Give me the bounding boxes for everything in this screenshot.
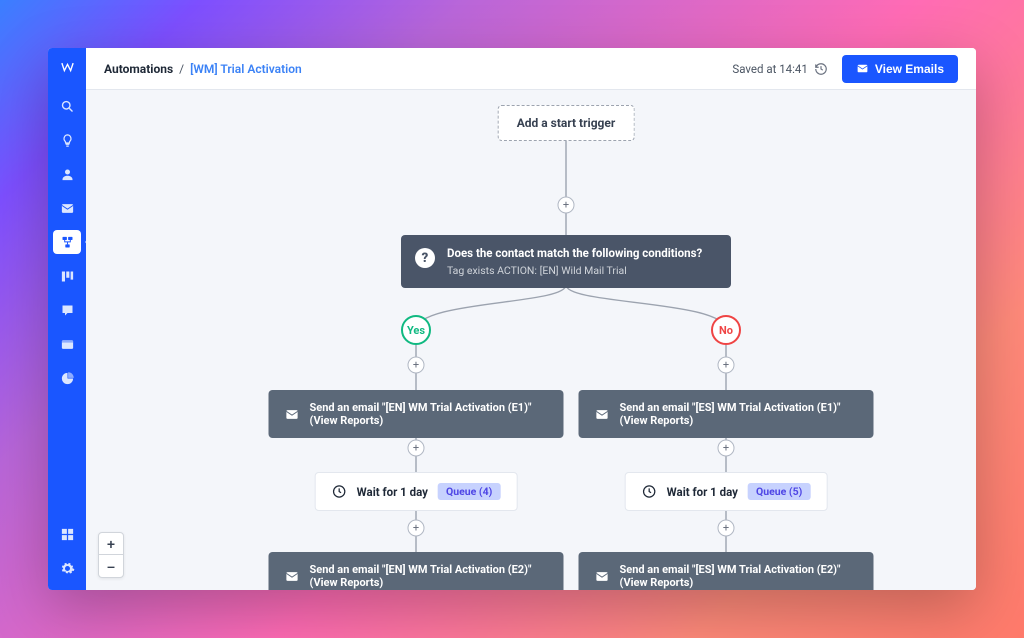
- branch-yes-badge: Yes: [401, 315, 431, 345]
- nav-apps[interactable]: [53, 522, 81, 546]
- app-logo: [54, 54, 80, 80]
- clock-icon: [642, 484, 657, 499]
- send-email-node[interactable]: Send an email "[EN] WM Trial Activation …: [269, 390, 564, 438]
- zoom-in-button[interactable]: +: [99, 533, 123, 555]
- nav-search[interactable]: [53, 94, 81, 118]
- nav-reports[interactable]: [53, 366, 81, 390]
- mail-icon: [856, 62, 869, 75]
- question-icon: ?: [415, 248, 435, 268]
- nav-automations[interactable]: [53, 230, 81, 254]
- nav-conversations[interactable]: [53, 298, 81, 322]
- add-step-button[interactable]: +: [718, 357, 735, 374]
- condition-subtitle: Tag exists ACTION: [EN] Wild Mail Trial: [447, 264, 702, 277]
- breadcrumb-title[interactable]: [WM] Trial Activation: [190, 62, 302, 76]
- mail-icon: [285, 407, 300, 422]
- branch-no-badge: No: [711, 315, 741, 345]
- mail-icon: [285, 569, 300, 584]
- sidebar: [48, 48, 86, 590]
- queue-badge[interactable]: Queue (4): [438, 483, 500, 500]
- condition-title: Does the contact match the following con…: [447, 246, 702, 260]
- breadcrumb: Automations / [WM] Trial Activation: [104, 62, 302, 76]
- queue-badge[interactable]: Queue (5): [748, 483, 810, 500]
- add-step-button[interactable]: +: [558, 197, 575, 214]
- history-icon[interactable]: [814, 62, 828, 76]
- zoom-out-button[interactable]: –: [99, 555, 123, 577]
- nav-deals[interactable]: [53, 264, 81, 288]
- zoom-controls: + –: [98, 532, 124, 578]
- nav-site[interactable]: [53, 332, 81, 356]
- automation-canvas[interactable]: Add a start trigger + ? Does the contact…: [86, 90, 976, 590]
- send-email-node[interactable]: Send an email "[EN] WM Trial Activation …: [269, 552, 564, 590]
- wait-node[interactable]: Wait for 1 day Queue (4): [315, 472, 518, 511]
- condition-node[interactable]: ? Does the contact match the following c…: [401, 235, 731, 288]
- nav-ideas[interactable]: [53, 128, 81, 152]
- breadcrumb-root[interactable]: Automations: [104, 62, 173, 76]
- add-step-button[interactable]: +: [408, 440, 425, 457]
- send-email-node[interactable]: Send an email "[ES] WM Trial Activation …: [579, 552, 874, 590]
- clock-icon: [332, 484, 347, 499]
- nav-settings[interactable]: [53, 556, 81, 580]
- mail-icon: [595, 569, 610, 584]
- add-step-button[interactable]: +: [718, 520, 735, 537]
- add-step-button[interactable]: +: [408, 520, 425, 537]
- view-emails-button[interactable]: View Emails: [842, 55, 958, 83]
- start-trigger-node[interactable]: Add a start trigger: [498, 105, 635, 141]
- send-email-node[interactable]: Send an email "[ES] WM Trial Activation …: [579, 390, 874, 438]
- wait-node[interactable]: Wait for 1 day Queue (5): [625, 472, 828, 511]
- nav-contacts[interactable]: [53, 162, 81, 186]
- add-step-button[interactable]: +: [718, 440, 735, 457]
- add-step-button[interactable]: +: [408, 357, 425, 374]
- mail-icon: [595, 407, 610, 422]
- nav-campaigns[interactable]: [53, 196, 81, 220]
- topbar: Automations / [WM] Trial Activation Save…: [86, 48, 976, 90]
- saved-status: Saved at 14:41: [732, 62, 827, 76]
